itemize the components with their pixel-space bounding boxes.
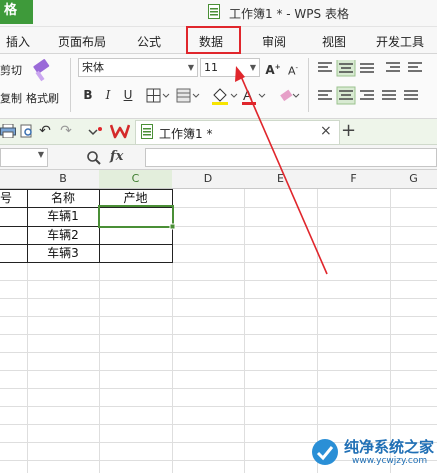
column-header-b[interactable]: B: [27, 170, 99, 188]
column-header-e[interactable]: E: [244, 170, 317, 188]
borders-icon[interactable]: [146, 88, 170, 104]
fill-color-icon[interactable]: [210, 86, 238, 106]
cell-c2-selected[interactable]: [99, 207, 172, 225]
undo-icon[interactable]: ↶: [37, 123, 53, 139]
close-tab-icon[interactable]: ×: [320, 123, 332, 139]
tab-view[interactable]: 视图: [322, 33, 346, 50]
underline-button[interactable]: U: [120, 87, 136, 103]
tab-review[interactable]: 审阅: [262, 33, 286, 50]
name-box[interactable]: ▼: [0, 148, 48, 167]
column-header-f[interactable]: F: [317, 170, 390, 188]
document-icon: [208, 4, 220, 19]
cell-b1[interactable]: 名称: [27, 189, 99, 207]
watermark: 纯净系统之家 www.ycwjzy.com: [300, 433, 437, 473]
fill-pattern-icon[interactable]: [176, 88, 200, 104]
font-color-icon[interactable]: A: [240, 86, 268, 106]
insert-function-button[interactable]: fx: [110, 149, 123, 164]
spreadsheet-doc-icon: [141, 124, 153, 139]
decrease-font-icon[interactable]: A-: [285, 60, 301, 78]
cell-c4[interactable]: [99, 244, 172, 262]
bold-button[interactable]: B: [80, 87, 96, 103]
ribbon-divider: [308, 58, 309, 112]
font-size-select[interactable]: 11 ▼: [200, 58, 260, 77]
formula-input[interactable]: [145, 148, 437, 167]
cell-a1-fragment[interactable]: 号: [0, 189, 14, 207]
new-tab-icon[interactable]: +: [341, 120, 356, 141]
italic-button[interactable]: I: [100, 87, 116, 103]
redo-icon[interactable]: ↷: [58, 123, 74, 139]
column-header-d[interactable]: D: [172, 170, 244, 188]
copy-button[interactable]: 复制: [0, 90, 22, 106]
cell-c1[interactable]: 产地: [99, 189, 172, 207]
svg-text:A: A: [243, 87, 253, 103]
tab-formulas[interactable]: 公式: [137, 33, 161, 50]
increase-font-icon[interactable]: A+: [265, 59, 281, 77]
cell-b3[interactable]: 车辆2: [27, 226, 99, 244]
app-menu-button[interactable]: 格: [0, 0, 33, 24]
chevron-down-icon[interactable]: ▼: [38, 150, 44, 159]
column-header-c[interactable]: C: [99, 170, 172, 188]
alignment-group-icons[interactable]: [316, 60, 436, 106]
cut-button[interactable]: 剪切: [0, 62, 22, 78]
clear-format-icon[interactable]: [276, 86, 302, 106]
watermark-site-name: 纯净系统之家: [344, 438, 435, 456]
ribbon-divider: [70, 58, 71, 112]
column-header-g[interactable]: G: [390, 170, 437, 188]
watermark-logo-icon: [312, 439, 338, 465]
tab-page-layout[interactable]: 页面布局: [58, 33, 106, 50]
font-family-select[interactable]: 宋体 ▼: [78, 58, 198, 77]
cell-b2[interactable]: 车辆1: [27, 207, 99, 225]
print-icon[interactable]: [0, 124, 16, 138]
format-painter-icon[interactable]: [30, 58, 58, 84]
cell-c3[interactable]: [99, 226, 172, 244]
watermark-url: www.ycwjzy.com: [352, 456, 428, 466]
document-tab-title: 工作簿1 *: [159, 127, 213, 141]
tab-developer[interactable]: 开发工具: [376, 33, 424, 50]
window-title: 工作簿1 * - WPS 表格: [229, 7, 349, 21]
tab-insert[interactable]: 插入: [6, 33, 30, 50]
wps-logo-icon[interactable]: [110, 123, 130, 139]
format-painter-button[interactable]: 格式刷: [26, 90, 59, 106]
print-preview-icon[interactable]: [20, 124, 34, 138]
zoom-icon[interactable]: [86, 150, 102, 166]
data-tab-highlight-box: [186, 26, 241, 54]
cell-b4[interactable]: 车辆3: [27, 244, 99, 262]
customize-dropdown-icon[interactable]: [88, 126, 104, 138]
